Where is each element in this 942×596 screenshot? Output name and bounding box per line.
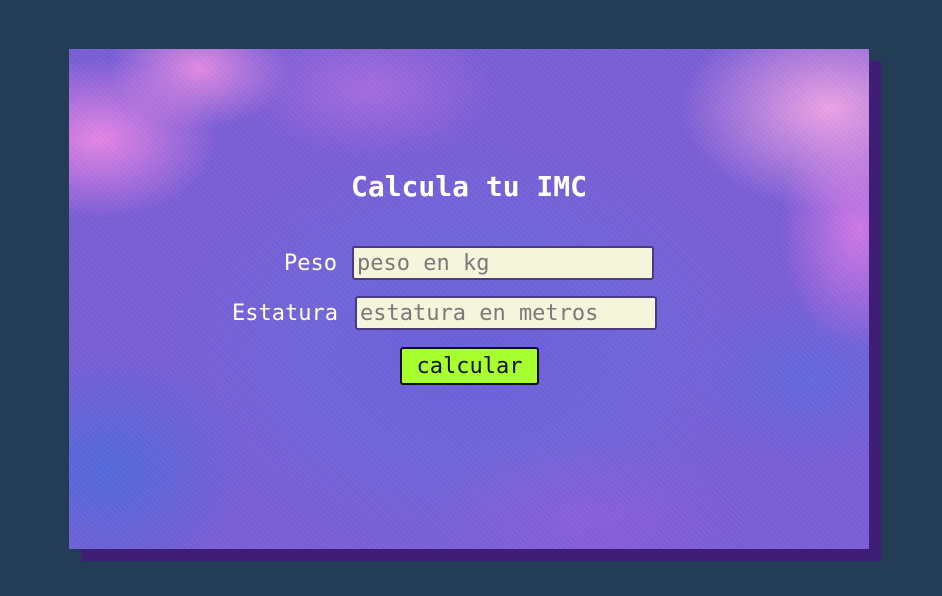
peso-label: Peso [284,251,337,276]
estatura-label: Estatura [232,301,338,326]
imc-card: Calcula tu IMC Peso Estatura calcular [69,49,869,549]
estatura-input[interactable] [355,296,657,330]
page-title: Calcula tu IMC [350,170,587,203]
calcular-button[interactable]: calcular [400,347,539,385]
peso-input[interactable] [352,246,654,280]
